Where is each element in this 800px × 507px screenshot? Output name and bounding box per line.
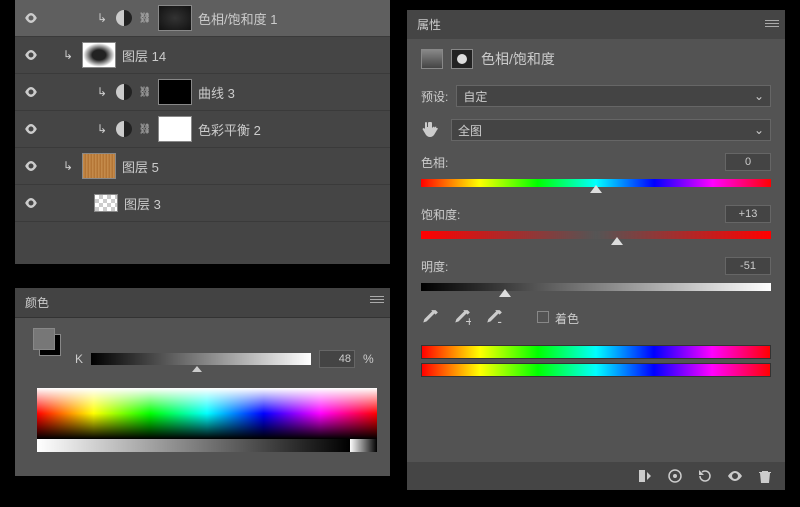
layer-row[interactable]: ↳ ⛓ 色相/饱和度 1 (15, 0, 390, 37)
color-panel-title[interactable]: 颜色 (15, 288, 390, 318)
clip-icon[interactable] (637, 468, 653, 484)
layer-thumb[interactable] (82, 42, 116, 68)
layer-thumb[interactable] (82, 153, 116, 179)
panel-menu-icon[interactable] (370, 294, 384, 304)
preset-label: 预设: (421, 88, 448, 105)
lightness-value[interactable]: -51 (725, 257, 771, 275)
properties-panel: 属性 色相/饱和度 预设: 自定⌄ 全图⌄ 色相: 0 饱和度: +13 明度: -5… (407, 10, 785, 490)
layer-row[interactable]: ↳ ⛓ 曲线 3 (15, 74, 390, 111)
k-label: K (75, 352, 83, 366)
adjustment-icon (116, 10, 132, 26)
layer-thumb[interactable] (94, 194, 118, 212)
saturation-slider[interactable] (421, 231, 771, 241)
saturation-value[interactable]: +13 (725, 205, 771, 223)
saturation-label: 饱和度: (421, 206, 460, 223)
layer-row[interactable]: ↳ 图层 5 (15, 148, 390, 185)
previous-icon[interactable] (667, 468, 683, 484)
spectrum-picker[interactable] (37, 388, 377, 452)
svg-text:+: + (465, 314, 471, 327)
panel-menu-icon[interactable] (765, 18, 779, 28)
color-panel: 颜色 K 48 % (15, 288, 390, 476)
eyedropper-plus-icon[interactable]: + (453, 309, 471, 327)
trash-icon[interactable] (757, 468, 773, 484)
layer-name[interactable]: 色相/饱和度 1 (198, 9, 277, 28)
layer-name[interactable]: 图层 5 (122, 157, 159, 176)
visibility-icon[interactable] (19, 80, 43, 104)
eyedropper-minus-icon[interactable]: - (485, 309, 503, 327)
link-icon[interactable]: ⛓ (138, 124, 152, 135)
hue-spectrum-top (421, 345, 771, 359)
scrubby-icon[interactable] (421, 120, 441, 140)
visibility-icon[interactable] (19, 43, 43, 67)
svg-text:-: - (497, 314, 502, 327)
chevron-down-icon: ⌄ (754, 123, 764, 137)
layer-row[interactable]: ↳ ⛓ 色彩平衡 2 (15, 111, 390, 148)
visibility-icon[interactable] (19, 191, 43, 215)
adjustment-icon (116, 84, 132, 100)
k-slider[interactable] (91, 353, 311, 365)
range-select[interactable]: 全图⌄ (451, 119, 771, 141)
adjustment-name: 色相/饱和度 (481, 49, 555, 69)
link-icon[interactable]: ⛓ (138, 87, 152, 98)
layers-panel: ↳ ⛓ 色相/饱和度 1 ↳ 图层 14 ↳ ⛓ 曲线 3 ↳ ⛓ 色彩平衡 2 ↳ 图层 5 图层 3 (15, 0, 390, 264)
clip-indicator-icon: ↳ (60, 48, 76, 62)
layer-thumb[interactable] (158, 79, 192, 105)
layer-row[interactable]: 图层 3 (15, 185, 390, 222)
eye-icon[interactable] (727, 468, 743, 484)
clip-indicator-icon: ↳ (94, 122, 110, 136)
clip-indicator-icon: ↳ (94, 85, 110, 99)
k-value[interactable]: 48 (319, 350, 355, 368)
layer-name[interactable]: 图层 14 (122, 46, 166, 65)
k-unit: % (363, 352, 374, 366)
hue-slider[interactable] (421, 179, 771, 189)
visibility-icon[interactable] (19, 6, 43, 30)
colorize-checkbox[interactable]: 着色 (537, 310, 579, 327)
layer-row[interactable]: ↳ 图层 14 (15, 37, 390, 74)
adjustment-icon (421, 49, 443, 69)
properties-title[interactable]: 属性 (407, 10, 785, 39)
lightness-label: 明度: (421, 258, 448, 275)
layer-name[interactable]: 图层 3 (124, 194, 161, 213)
visibility-icon[interactable] (19, 117, 43, 141)
hue-label: 色相: (421, 154, 448, 171)
lightness-slider[interactable] (421, 283, 771, 293)
foreground-swatch[interactable] (33, 328, 55, 350)
clip-indicator-icon: ↳ (60, 159, 76, 173)
eyedropper-icon[interactable] (421, 309, 439, 327)
properties-footer (407, 462, 785, 490)
layer-name[interactable]: 曲线 3 (198, 83, 235, 102)
layer-thumb[interactable] (158, 5, 192, 31)
chevron-down-icon: ⌄ (754, 89, 764, 103)
layer-thumb[interactable] (158, 116, 192, 142)
clip-indicator-icon: ↳ (94, 11, 110, 25)
adjustment-icon (116, 121, 132, 137)
preset-select[interactable]: 自定⌄ (456, 85, 771, 107)
layer-name[interactable]: 色彩平衡 2 (198, 120, 261, 139)
hue-spectrum-bottom (421, 363, 771, 377)
reset-icon[interactable] (697, 468, 713, 484)
visibility-icon[interactable] (19, 154, 43, 178)
hue-value[interactable]: 0 (725, 153, 771, 171)
link-icon[interactable]: ⛓ (138, 13, 152, 24)
mask-icon[interactable] (451, 49, 473, 69)
